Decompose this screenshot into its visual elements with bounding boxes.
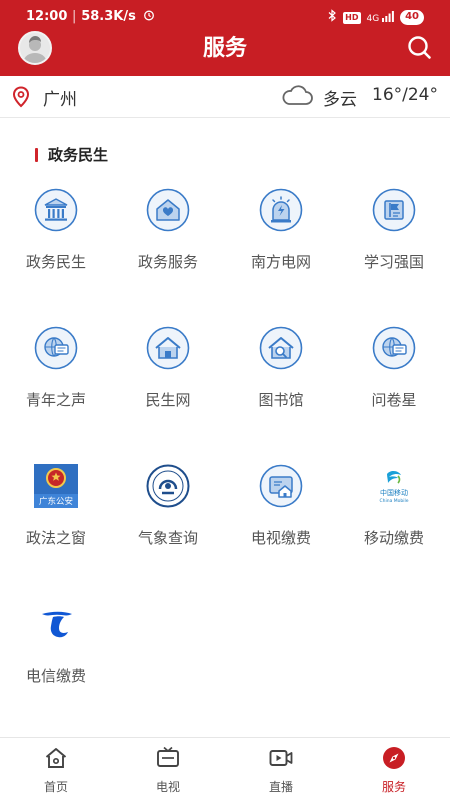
service-item-qingnian-zhisheng[interactable]: 青年之声 bbox=[0, 326, 112, 426]
search-icon[interactable] bbox=[406, 34, 434, 62]
service-label: 移动缴费 bbox=[363, 529, 424, 547]
service-label: 图书馆 bbox=[258, 391, 304, 409]
status-time: 12:00 | 58.3K/s bbox=[26, 9, 155, 24]
nav-label: 直播 bbox=[268, 780, 293, 794]
bottom-nav: 首页 电视 直播 服务 bbox=[0, 737, 450, 800]
status-icons: HD 4G 40 bbox=[328, 9, 424, 26]
service-label: 气象查询 bbox=[137, 529, 198, 547]
svg-text:中国移动: 中国移动 bbox=[380, 488, 408, 497]
service-item-zhengwu-minsheng[interactable]: 政务民生 bbox=[0, 188, 112, 288]
service-item-minsheng-wang[interactable]: 民生网 bbox=[112, 326, 224, 426]
study-flag-icon bbox=[372, 188, 416, 232]
service-label: 学习强国 bbox=[363, 253, 424, 271]
location-weather-bar: 广州 多云 16°/24° bbox=[0, 76, 450, 118]
cloud-icon bbox=[281, 84, 313, 110]
globe-chat-icon bbox=[34, 326, 78, 370]
nav-item-services[interactable]: 服务 bbox=[338, 738, 450, 800]
china-mobile-logo-icon: 中国移动 China Mobile bbox=[372, 464, 416, 508]
nav-label: 服务 bbox=[381, 780, 406, 794]
weather-bureau-logo-icon bbox=[146, 464, 190, 508]
government-building-icon bbox=[34, 188, 78, 232]
battery-icon: 40 bbox=[400, 10, 424, 25]
home-icon bbox=[44, 746, 68, 770]
nav-label: 首页 bbox=[43, 780, 68, 794]
svg-text:广东公安: 广东公安 bbox=[39, 496, 73, 507]
alarm-icon bbox=[143, 9, 155, 24]
clock-text: 12:00 bbox=[26, 9, 68, 24]
tv-icon bbox=[156, 746, 180, 770]
section-accent-bar bbox=[35, 148, 38, 162]
china-telecom-logo-icon bbox=[34, 602, 78, 646]
nav-item-home[interactable]: 首页 bbox=[0, 738, 112, 800]
service-label: 政务服务 bbox=[137, 253, 198, 271]
service-item-zhengwu-fuwu[interactable]: 政务服务 bbox=[112, 188, 224, 288]
service-item-nanfang-dianwang[interactable]: 南方电网 bbox=[225, 188, 337, 288]
weather-text: 多云 bbox=[323, 90, 357, 110]
nav-label: 电视 bbox=[155, 780, 180, 794]
service-label: 民生网 bbox=[145, 391, 191, 409]
network-type: 4G bbox=[366, 14, 380, 24]
service-label: 电视缴费 bbox=[250, 529, 311, 547]
section-title: 政务民生 bbox=[48, 146, 109, 164]
service-item-xuexi-qiangguo[interactable]: 学习强国 bbox=[338, 188, 450, 288]
hd-badge: HD bbox=[343, 11, 361, 24]
service-label: 南方电网 bbox=[250, 253, 311, 271]
power-alarm-icon bbox=[259, 188, 303, 232]
service-item-dianshi-jiaofei[interactable]: 电视缴费 bbox=[225, 464, 337, 564]
globe-survey-icon bbox=[372, 326, 416, 370]
service-label: 问卷星 bbox=[371, 391, 417, 409]
nav-item-tv[interactable]: 电视 bbox=[112, 738, 224, 800]
network-speed: 58.3K/s bbox=[81, 9, 136, 24]
tv-payment-icon bbox=[259, 464, 303, 508]
service-item-qixiang-chaxun[interactable]: 气象查询 bbox=[112, 464, 224, 564]
service-item-yidong-jiaofei[interactable]: 中国移动 China Mobile 移动缴费 bbox=[338, 464, 450, 564]
library-search-icon bbox=[259, 326, 303, 370]
service-item-dianxin-jiaofei[interactable]: 电信缴费 bbox=[0, 602, 112, 702]
bluetooth-icon bbox=[328, 9, 337, 26]
home-heart-icon bbox=[146, 188, 190, 232]
signal-icon: 4G bbox=[367, 11, 395, 24]
svg-text:China Mobile: China Mobile bbox=[379, 498, 408, 504]
service-label: 政务民生 bbox=[25, 253, 86, 271]
nav-item-live[interactable]: 直播 bbox=[225, 738, 337, 800]
compass-icon bbox=[382, 746, 406, 770]
status-bar: 12:00 | 58.3K/s HD 4G 40 bbox=[0, 0, 450, 34]
service-item-wenjuanxing[interactable]: 问卷星 bbox=[338, 326, 450, 426]
service-label: 政法之窗 bbox=[25, 529, 86, 547]
app-header: 12:00 | 58.3K/s HD 4G 40 服务 bbox=[0, 0, 450, 76]
live-video-icon bbox=[269, 746, 293, 770]
service-label: 青年之声 bbox=[25, 391, 86, 409]
location-pin-icon bbox=[12, 86, 30, 112]
temperature-text: 16°/24° bbox=[372, 85, 438, 105]
page-title: 服务 bbox=[202, 36, 247, 61]
service-item-zhengfa-zhichuang[interactable]: 广东公安 政法之窗 bbox=[0, 464, 112, 564]
police-emblem-icon: 广东公安 bbox=[34, 464, 78, 508]
city-name[interactable]: 广州 bbox=[43, 85, 77, 110]
house-icon bbox=[146, 326, 190, 370]
service-label: 电信缴费 bbox=[25, 667, 86, 685]
service-item-tushuguan[interactable]: 图书馆 bbox=[225, 326, 337, 426]
